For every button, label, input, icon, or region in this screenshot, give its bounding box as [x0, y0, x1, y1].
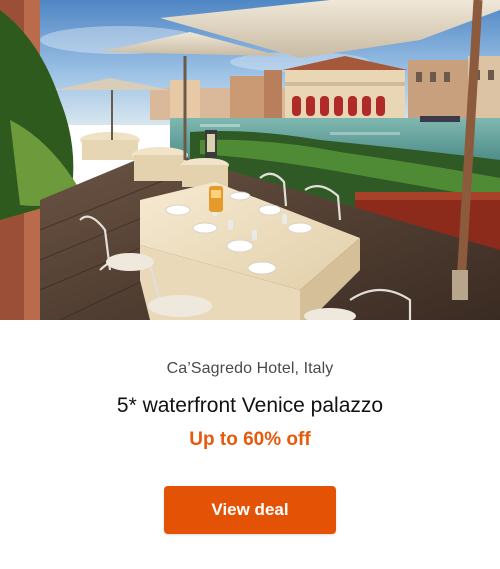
deal-title[interactable]: 5* waterfront Venice palazzo — [0, 394, 500, 418]
hotel-location: Ca’Sagredo Hotel, Italy — [166, 360, 334, 377]
discount-label: Up to 60% off — [189, 429, 311, 450]
hero-image[interactable] — [0, 0, 500, 320]
deal-info: Ca’Sagredo Hotel, Italy 5* waterfront Ve… — [0, 320, 500, 569]
view-deal-button[interactable]: View deal — [164, 486, 336, 534]
deal-card: Ca’Sagredo Hotel, Italy 5* waterfront Ve… — [0, 0, 500, 569]
